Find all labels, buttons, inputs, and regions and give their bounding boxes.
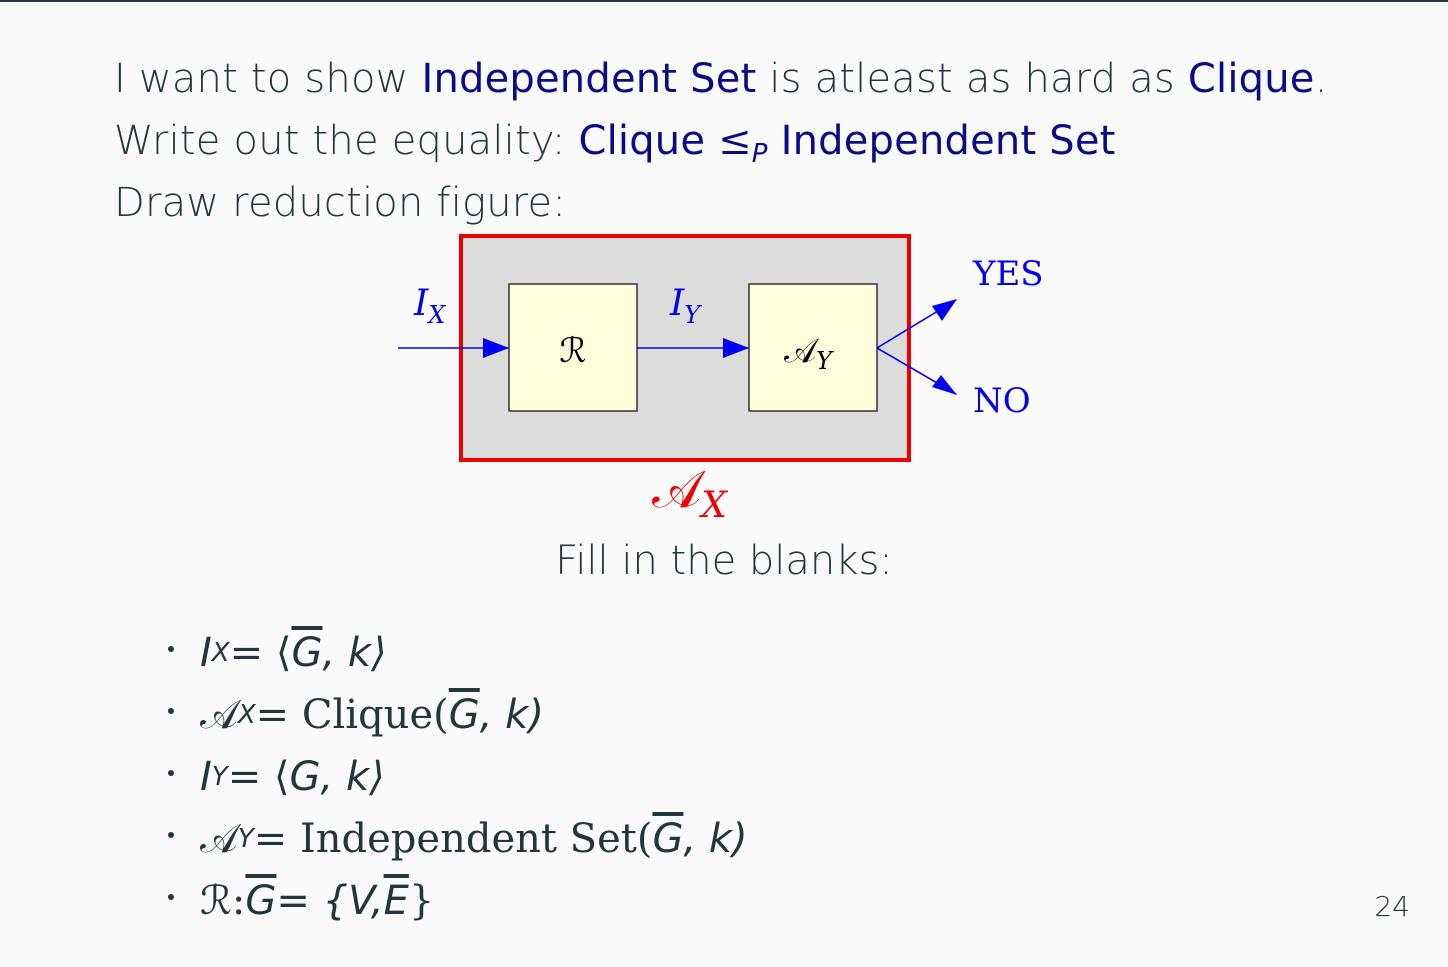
graph: G (289, 754, 321, 800)
reducer-label: ℛ (559, 331, 586, 371)
independent-set-term: Independent Set (767, 118, 1116, 164)
bullet-dot (168, 894, 174, 900)
page-number: 24 (1374, 890, 1410, 923)
list-item: IX = ⟨ G, k⟩ (168, 622, 748, 684)
bullet-text: = ⟨ (229, 630, 292, 676)
independent-set-term: Independent Set (421, 56, 757, 102)
bullet-symbol: I (200, 754, 212, 800)
edge-complement: E (383, 878, 409, 924)
bullet-symbol: ℛ (200, 878, 232, 924)
bullet-text: , k) (683, 816, 748, 862)
yes-arrowhead (932, 299, 957, 321)
bullet-dot (168, 770, 174, 776)
blanks-list: IX = ⟨ G, k⟩ 𝒜X = Clique(G, k) IY = ⟨ G, k… (168, 622, 748, 932)
graph-complement: G (652, 816, 684, 862)
clique-term: Clique (578, 118, 706, 164)
reduces-to-subscript: P (751, 139, 768, 169)
bullet-subscript: Y (237, 824, 254, 854)
clique-term: Clique (1187, 56, 1315, 102)
bullet-subscript: X (211, 638, 230, 668)
bullet-subscript: X (237, 700, 256, 730)
list-item: 𝒜Y = Independent Set(G, k) (168, 808, 748, 870)
fill-in-heading: Fill in the blanks: (555, 538, 893, 584)
statement-period: . (1314, 56, 1328, 102)
figure-prompt: Draw reduction figure: (114, 180, 567, 226)
yes-output-label: YES (972, 254, 1044, 294)
bullet-text: : (231, 878, 246, 924)
bullet-text: , k⟩ (322, 630, 387, 676)
list-item: 𝒜X = Clique(G, k) (168, 684, 748, 746)
bullet-text: , k⟩ (320, 754, 385, 800)
bullet-symbol: 𝒜 (200, 816, 238, 862)
statement-line: I want to show Independent Set is atleas… (114, 56, 1328, 102)
top-rule (0, 0, 1448, 2)
bullet-text: , k) (479, 692, 544, 738)
bullet-symbol: I (200, 630, 212, 676)
equality-line: Write out the equality: Clique ≤P Indepe… (114, 118, 1116, 169)
bullet-subscript: Y (211, 762, 228, 792)
bullet-text: = ⟨ (227, 754, 290, 800)
input-instance-label: IX (413, 283, 446, 329)
bullet-dot (168, 708, 174, 714)
bullet-text: } (408, 878, 435, 924)
outer-algorithm-label: 𝒜X (652, 460, 728, 526)
no-arrowhead (932, 375, 957, 395)
reduces-to-symbol: ≤ (705, 118, 752, 164)
bullet-dot (168, 832, 174, 838)
graph-complement: G (448, 692, 480, 738)
list-item: ℛ : G = {V, E} (168, 870, 748, 932)
graph-complement: G (245, 878, 277, 924)
bullet-dot (168, 646, 174, 652)
bullet-symbol: 𝒜 (200, 692, 238, 738)
bullet-text: = {V, (276, 878, 384, 924)
equality-text: Write out the equality: (114, 118, 579, 164)
reduction-figure: IX IY ℛ 𝒜Y YES NO 𝒜X (398, 234, 1044, 526)
graph-complement: G (291, 630, 323, 676)
bullet-text: = Clique( (255, 692, 449, 738)
no-output-label: NO (973, 381, 1031, 421)
statement-text: is atleast as hard as (756, 56, 1188, 102)
list-item: IY = ⟨ G, k⟩ (168, 746, 748, 808)
statement-text: I want to show (114, 56, 422, 102)
bullet-text: = Independent Set( (253, 816, 653, 862)
